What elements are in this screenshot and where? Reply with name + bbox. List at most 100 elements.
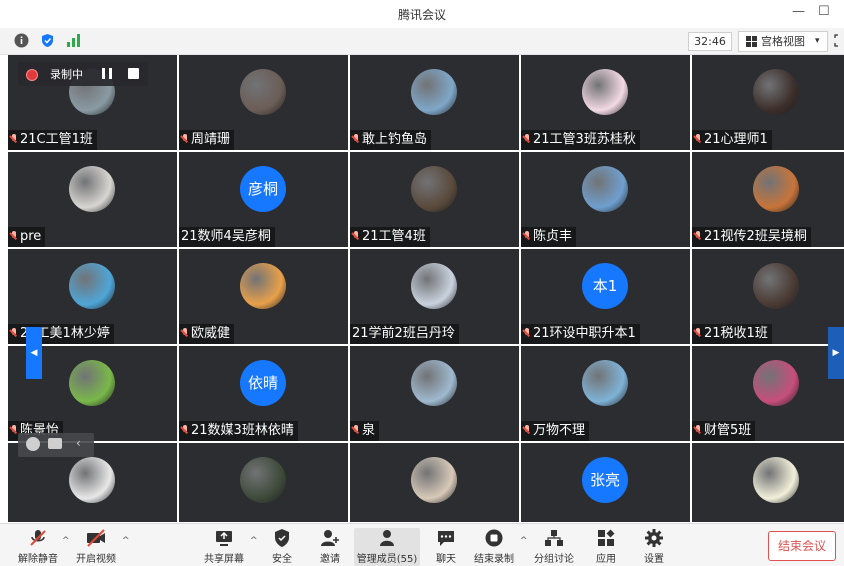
share-screen-icon (216, 531, 232, 546)
participant-name: 21工管3班苏桂秋 (533, 132, 636, 147)
security-shield-icon (275, 529, 289, 547)
end-meeting-button[interactable]: 结束会议 (768, 531, 836, 561)
avatar (69, 457, 115, 503)
reaction-toolbar: ‹ (18, 433, 94, 457)
participant-tile[interactable]: pre (8, 152, 177, 247)
avatar (411, 69, 457, 115)
avatar (69, 360, 115, 406)
participant-tile[interactable]: 敢上钓鱼岛 (350, 55, 519, 150)
audio-options-chevron-icon[interactable]: ^ (62, 536, 70, 546)
view-mode-dropdown[interactable]: 宫格视图 ▾ (738, 31, 828, 52)
participant-tile[interactable]: 21税收1班 (692, 249, 844, 344)
unmute-button[interactable]: 解除静音 (10, 528, 66, 565)
participant-tile[interactable]: 本1 21环设中职升本1 (521, 249, 690, 344)
participant-name-tag: 财管5班 (692, 421, 756, 441)
participant-tile[interactable]: 万物不理 (521, 346, 690, 441)
chevron-right-icon: ▶ (832, 348, 840, 358)
video-grid: 21C工管1班 周靖珊 敢上钓鱼岛 21工管3班苏桂秋 21心理师1 pre 彦桐 21数师4… (0, 55, 844, 522)
participant-tile[interactable]: 周靖珊 (179, 55, 348, 150)
gear-icon (645, 529, 663, 547)
avatar (240, 263, 286, 309)
recording-dot-icon (26, 69, 38, 81)
participant-tile[interactable] (350, 443, 519, 522)
participant-name-tag: 21数媒3班林依晴 (179, 421, 298, 441)
participant-tile[interactable]: 依晴 21数媒3班林依晴 (179, 346, 348, 441)
invite-button[interactable]: 邀请 (310, 528, 350, 565)
manage-members-button[interactable]: 管理成员(55) (354, 528, 420, 566)
participant-name-tag: 21数师4吴彦桐 (179, 227, 275, 247)
end-recording-button[interactable]: 结束录制 (470, 528, 518, 565)
security-button[interactable]: 安全 (262, 528, 302, 565)
apps-button[interactable]: 应用 (588, 528, 624, 565)
avatar (411, 457, 457, 503)
participant-name: 21税收1班 (704, 326, 768, 341)
previous-page-button[interactable]: ◀ (26, 327, 42, 379)
participant-tile[interactable]: 21心理师1 (692, 55, 844, 150)
chat-bubble-icon[interactable] (48, 438, 62, 449)
start-video-button[interactable]: 开启视频 (72, 528, 120, 565)
participant-name: 万物不理 (533, 423, 586, 438)
info-icon[interactable] (14, 33, 29, 48)
pause-icon[interactable] (102, 68, 105, 79)
participant-tile[interactable]: 陈贞丰 (521, 152, 690, 247)
signal-icon[interactable] (66, 33, 81, 48)
avatar (753, 457, 799, 503)
avatar (582, 69, 628, 115)
chat-button[interactable]: 聊天 (428, 528, 464, 565)
participant-name: 周靖珊 (191, 132, 231, 147)
mic-muted-icon (10, 134, 18, 144)
participant-name-tag: 21工管4班 (350, 227, 430, 247)
minimize-button[interactable]: — (792, 4, 805, 19)
participant-tile[interactable]: 欧威健 (179, 249, 348, 344)
shield-icon[interactable] (40, 33, 55, 48)
participant-name-tag: pre (8, 227, 46, 247)
share-screen-button[interactable]: 共享屏幕 (200, 528, 248, 565)
participant-name: 陈贞丰 (533, 229, 573, 244)
recording-label: 录制中 (50, 68, 83, 81)
recording-indicator: 录制中 (18, 62, 148, 86)
stop-icon[interactable] (128, 68, 139, 79)
participant-name-tag: 陈贞丰 (521, 227, 577, 247)
mic-muted-icon (181, 134, 189, 144)
participant-tile[interactable]: 泉 (350, 346, 519, 441)
participant-tile[interactable]: 21工管3班苏桂秋 (521, 55, 690, 150)
participant-tile[interactable]: 财管5班 (692, 346, 844, 441)
participant-tile[interactable]: 张亮 (521, 443, 690, 522)
fullscreen-icon[interactable] (834, 34, 844, 47)
participant-name-tag: 周靖珊 (179, 130, 235, 150)
participant-name: 泉 (362, 423, 376, 438)
share-screen-label: 共享屏幕 (204, 554, 244, 565)
avatar (753, 166, 799, 212)
participant-tile[interactable]: 21学前2班吕丹玲 (350, 249, 519, 344)
mic-muted-icon (694, 134, 702, 144)
participant-tile[interactable] (692, 443, 844, 522)
avatar (411, 263, 457, 309)
security-label: 安全 (272, 554, 292, 565)
end-recording-label: 结束录制 (474, 554, 514, 565)
participant-name-tag: 欧威健 (179, 324, 235, 344)
mic-muted-icon (10, 425, 18, 435)
breakout-rooms-button[interactable]: 分组讨论 (530, 528, 578, 565)
mic-muted-icon (694, 425, 702, 435)
settings-button[interactable]: 设置 (636, 528, 672, 565)
share-options-chevron-icon[interactable]: ^ (250, 536, 258, 546)
participant-name: 财管5班 (704, 423, 752, 438)
participant-tile[interactable] (179, 443, 348, 522)
next-page-button[interactable]: ▶ (828, 327, 844, 379)
manage-members-label: 管理成员(55) (356, 554, 418, 565)
participant-tile[interactable]: 彦桐 21数师4吴彦桐 (179, 152, 348, 247)
avatar (411, 166, 457, 212)
participant-tile[interactable]: 21工管4班 (350, 152, 519, 247)
mic-muted-icon (694, 328, 702, 338)
emoji-icon[interactable] (26, 437, 40, 451)
recording-options-chevron-icon[interactable]: ^ (520, 536, 528, 546)
chevron-left-icon[interactable]: ‹ (76, 436, 81, 450)
chat-label: 聊天 (436, 554, 456, 565)
unmute-label: 解除静音 (18, 554, 58, 565)
chevron-down-icon: ▾ (815, 36, 820, 46)
participant-name: pre (20, 229, 42, 244)
participant-tile[interactable]: 21视传2班吴境桐 (692, 152, 844, 247)
video-options-chevron-icon[interactable]: ^ (122, 536, 130, 546)
maximize-button[interactable]: ☐ (818, 4, 830, 19)
avatar (753, 360, 799, 406)
